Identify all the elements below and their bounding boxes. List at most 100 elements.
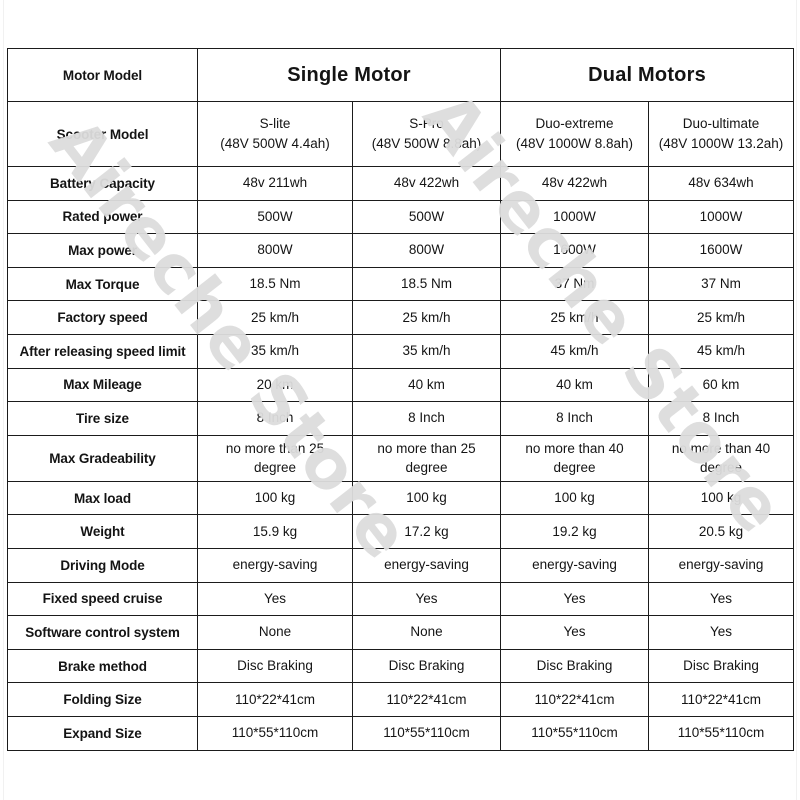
row-label: After releasing speed limit — [7, 333, 198, 369]
row-value-col-3: Disc Braking — [500, 648, 650, 684]
table-header-row-motor: Motor Model Single Motor Dual Motors — [7, 48, 795, 102]
scooter-spec-table: Motor Model Single Motor Dual Motors Sco… — [7, 48, 795, 751]
row-value-col-1: 8 Inch — [197, 401, 353, 436]
header-motor-model-label: Motor Model — [7, 48, 198, 102]
table-row: Brake method Disc Braking Disc Braking Disc… — [7, 648, 795, 684]
row-value-col-1: 48v 211wh — [197, 166, 353, 201]
row-value-col-2: 110*22*41cm — [351, 682, 502, 717]
row-value-col-2: 110*55*110cm — [351, 715, 502, 751]
row-label: Driving Mode — [7, 547, 198, 583]
row-value-col-3: 45 km/h — [500, 333, 650, 369]
row-value-col-1: Disc Braking — [197, 648, 353, 684]
row-value-col-4: Yes — [648, 581, 795, 617]
header-scooter-model-label: Scooter Model — [7, 101, 198, 167]
table-row: After releasing speed limit 35 km/h 35 km/… — [7, 333, 795, 369]
table-header-row-scooter: Scooter Model S-lite (48V 500W 4.4ah) S-P… — [7, 101, 795, 167]
row-value-col-4: 1000W — [648, 199, 795, 235]
table-row: Software control system None None Yes Yes — [7, 615, 795, 650]
scooter-model-s-lite: S-lite (48V 500W 4.4ah) — [197, 101, 353, 167]
row-value-col-3: Yes — [500, 615, 650, 650]
row-label: Battery Capacity — [7, 166, 198, 201]
scooter-model-duo-ultimate: Duo-ultimate (48V 1000W 13.2ah) — [648, 101, 795, 167]
row-label: Max power — [7, 233, 198, 268]
spec-table-body: Motor Model Single Motor Dual Motors Sco… — [7, 48, 795, 751]
row-value-col-2: 17.2 kg — [351, 514, 502, 549]
row-value-col-3: 19.2 kg — [500, 514, 650, 549]
row-label: Max Mileage — [7, 367, 198, 403]
row-value-col-1: no more than 25 degree — [197, 434, 353, 482]
row-value-col-2: Yes — [351, 581, 502, 617]
row-value-col-3: 8 Inch — [500, 401, 650, 436]
row-label: Brake method — [7, 648, 198, 684]
row-label: Max load — [7, 480, 198, 516]
row-value-col-2: 8 Inch — [351, 401, 502, 436]
row-value-col-4: 60 km — [648, 367, 795, 403]
row-value-col-4: no more than 40 degree — [648, 434, 795, 482]
row-value-col-4: 110*55*110cm — [648, 715, 795, 751]
row-value-col-2: Disc Braking — [351, 648, 502, 684]
row-label: Rated power — [7, 199, 198, 235]
row-label: Fixed speed cruise — [7, 581, 198, 617]
row-value-col-2: 40 km — [351, 367, 502, 403]
row-value-col-4: 48v 634wh — [648, 166, 795, 201]
row-value-col-2: 48v 422wh — [351, 166, 502, 201]
row-value-col-1: 15.9 kg — [197, 514, 353, 549]
header-group-dual-motors: Dual Motors — [500, 48, 795, 102]
row-value-col-4: Disc Braking — [648, 648, 795, 684]
row-value-col-2: energy-saving — [351, 547, 502, 583]
row-value-col-2: no more than 25 degree — [351, 434, 502, 482]
row-value-col-2: None — [351, 615, 502, 650]
table-row: Max Gradeability no more than 25 degree no … — [7, 434, 795, 482]
row-value-col-3: no more than 40 degree — [500, 434, 650, 482]
page-edge-right — [796, 0, 797, 800]
row-value-col-4: 110*22*41cm — [648, 682, 795, 717]
table-row: Battery Capacity 48v 211wh 48v 422wh 48v 42… — [7, 166, 795, 201]
row-value-col-3: Yes — [500, 581, 650, 617]
table-row: Max Torque 18.5 Nm 18.5 Nm 37 Nm 37 Nm — [7, 266, 795, 302]
row-value-col-3: 1600W — [500, 233, 650, 268]
row-value-col-1: 25 km/h — [197, 300, 353, 335]
table-row: Fixed speed cruise Yes Yes Yes Yes — [7, 581, 795, 617]
row-label: Folding Size — [7, 682, 198, 717]
table-row: Driving Mode energy-saving energy-saving en… — [7, 547, 795, 583]
row-value-col-1: 110*22*41cm — [197, 682, 353, 717]
table-row: Weight 15.9 kg 17.2 kg 19.2 kg 20.5 kg — [7, 514, 795, 549]
row-label: Max Torque — [7, 266, 198, 302]
spec-table-container: Motor Model Single Motor Dual Motors Sco… — [7, 48, 795, 751]
row-value-col-4: 20.5 kg — [648, 514, 795, 549]
row-value-col-4: Yes — [648, 615, 795, 650]
row-value-col-4: 1600W — [648, 233, 795, 268]
row-value-col-1: 100 kg — [197, 480, 353, 516]
row-value-col-2: 25 km/h — [351, 300, 502, 335]
row-value-col-4: 37 Nm — [648, 266, 795, 302]
row-value-col-2: 18.5 Nm — [351, 266, 502, 302]
row-value-col-2: 35 km/h — [351, 333, 502, 369]
row-value-col-1: Yes — [197, 581, 353, 617]
row-value-col-4: 45 km/h — [648, 333, 795, 369]
row-value-col-1: energy-saving — [197, 547, 353, 583]
row-value-col-2: 500W — [351, 199, 502, 235]
row-value-col-3: 100 kg — [500, 480, 650, 516]
header-group-single-motor: Single Motor — [196, 48, 502, 102]
row-value-col-3: energy-saving — [500, 547, 650, 583]
row-value-col-3: 25 km/h — [500, 300, 650, 335]
row-value-col-1: 800W — [197, 233, 353, 268]
row-label: Max Gradeability — [7, 434, 198, 482]
row-value-col-4: 100 kg — [648, 480, 795, 516]
row-label: Weight — [7, 514, 198, 549]
row-value-col-3: 110*55*110cm — [500, 715, 650, 751]
page-root: Aireche Store Aireche Store Motor Model … — [0, 0, 800, 800]
row-value-col-2: 800W — [351, 233, 502, 268]
table-row: Factory speed 25 km/h 25 km/h 25 km/h 25 km/… — [7, 300, 795, 335]
row-label: Software control system — [7, 615, 198, 650]
row-value-col-4: energy-saving — [648, 547, 795, 583]
row-value-col-1: 35 km/h — [197, 333, 353, 369]
row-value-col-4: 25 km/h — [648, 300, 795, 335]
row-label: Tire size — [7, 401, 198, 436]
row-value-col-1: 500W — [197, 199, 353, 235]
row-value-col-4: 8 Inch — [648, 401, 795, 436]
row-value-col-1: 20 km — [197, 367, 353, 403]
row-label: Expand Size — [7, 715, 198, 751]
row-value-col-3: 1000W — [500, 199, 650, 235]
table-row: Max power 800W 800W 1600W 1600W — [7, 233, 795, 268]
